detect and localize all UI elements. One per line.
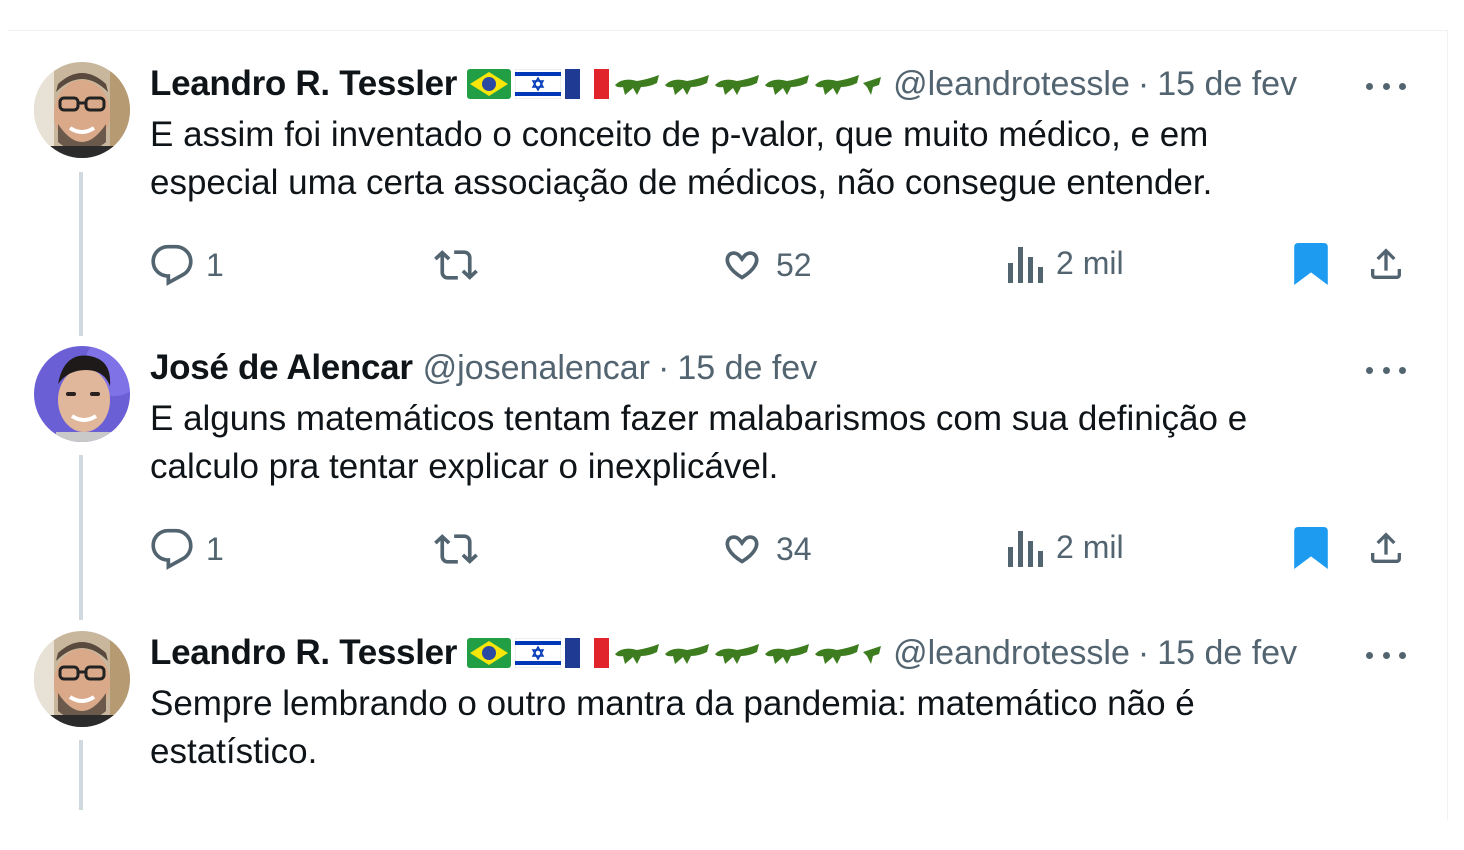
reply-button[interactable]: 1 [150,243,224,287]
name-emojis [467,638,883,668]
tweet-text: E assim foi inventado o conceito de p-va… [150,115,1213,202]
reply-count: 1 [206,530,224,567]
view-count: 2 mil [1056,528,1124,565]
view-count: 2 mil [1056,244,1124,281]
reply-icon [151,528,193,570]
views-icon [1008,247,1043,283]
author-handle[interactable]: @leandrotessle [893,634,1130,673]
views-button[interactable]: 2 mil [1008,243,1124,283]
author-handle[interactable]: @josenalencar [423,349,650,388]
like-count: 34 [776,530,812,567]
more-icon[interactable] [1366,637,1406,673]
like-icon [725,535,759,564]
crocodile-icon [863,646,882,664]
tweet-header: Leandro R. Tessler @leandrotessle · 15 d… [150,631,1420,675]
tweet-date[interactable]: 15 de fev [677,349,817,388]
like-icon [725,251,759,280]
avatar[interactable] [34,62,130,158]
crocodile-icon [815,644,860,664]
share-button[interactable] [1366,243,1406,285]
crocodile-icon [765,644,810,664]
brazil-flag-icon [467,638,512,668]
bookmark-button[interactable] [1294,527,1328,569]
crocodile-icon [765,75,810,95]
crocodile-emojis [613,71,883,97]
tweet-actions: 1 52 2 mil [0,243,1464,293]
like-button[interactable]: 34 [720,527,812,571]
bookmark-icon [1294,243,1328,285]
france-flag-icon [565,69,610,99]
thread-connector [79,740,83,810]
tweet-header: Leandro R. Tessler @leandrotessle · 15 d… [150,62,1420,106]
tweet-text: Sempre lembrando o outro mantra da pande… [150,684,1195,771]
separator: · [1137,64,1150,103]
more-icon[interactable] [1366,68,1406,104]
views-button[interactable]: 2 mil [1008,527,1124,567]
retweet-button[interactable] [433,243,479,287]
share-button[interactable] [1366,527,1406,569]
like-count: 52 [776,246,812,283]
bookmark-button[interactable] [1294,243,1328,285]
retweet-icon [434,250,478,280]
crocodile-icon [715,644,760,664]
crocodile-icon [715,75,760,95]
more-icon[interactable] [1366,352,1406,388]
name-emojis [467,69,883,99]
separator: · [657,348,670,387]
israel-flag-icon [515,69,562,99]
avatar[interactable] [34,346,130,442]
author-name[interactable]: Leandro R. Tessler [150,64,457,104]
author-name[interactable]: Leandro R. Tessler [150,633,457,673]
france-flag-icon [565,638,610,668]
crocodile-icon [665,75,710,95]
reply-button[interactable]: 1 [150,527,224,571]
separator: · [1137,633,1150,672]
crocodile-icon [615,644,660,664]
crocodile-icon [815,75,860,95]
tweet-actions: 1 34 2 mil [0,527,1464,577]
share-icon [1371,532,1401,563]
brazil-flag-icon [467,69,512,99]
tweet-header: José de Alencar @josenalencar · 15 de fe… [150,346,1420,390]
tweet-text: E alguns matemáticos tentam fazer malaba… [150,399,1248,486]
tweet-date[interactable]: 15 de fev [1157,65,1297,104]
tweet-date[interactable]: 15 de fev [1157,634,1297,673]
bookmark-icon [1294,527,1328,569]
crocodile-icon [863,77,882,95]
share-icon [1371,248,1401,279]
retweet-button[interactable] [433,527,479,571]
retweet-icon [434,534,478,564]
author-name[interactable]: José de Alencar [150,348,413,388]
crocodile-emojis [613,640,883,666]
views-icon [1008,531,1043,567]
crocodile-icon [615,75,660,95]
reply-icon [151,244,193,286]
avatar[interactable] [34,631,130,727]
reply-count: 1 [206,246,224,283]
israel-flag-icon [515,638,562,668]
like-button[interactable]: 52 [720,243,812,287]
author-handle[interactable]: @leandrotessle [893,65,1130,104]
crocodile-icon [665,644,710,664]
